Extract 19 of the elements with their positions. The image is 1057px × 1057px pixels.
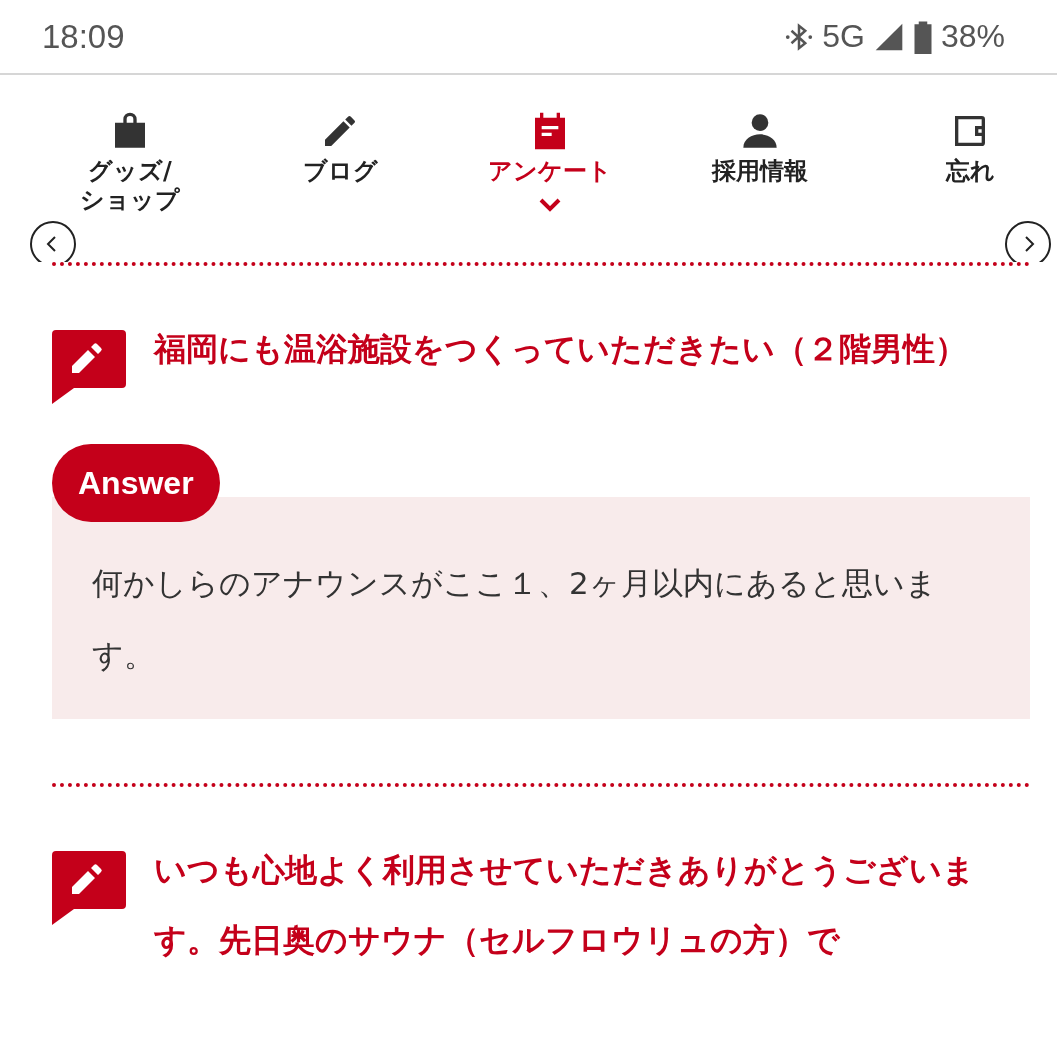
question-text: 福岡にも温浴施設をつくっていただきたい（２階男性） [154, 329, 967, 370]
previous-button[interactable] [30, 221, 76, 262]
clock-time: 18:09 [42, 17, 125, 56]
nav-tab[interactable]: グッズ/ ショップ [25, 111, 235, 215]
question-icon [52, 851, 126, 925]
person-icon [740, 111, 780, 151]
battery-icon [912, 19, 933, 54]
nav-tab[interactable]: 忘れ [865, 111, 1057, 215]
network-label: 5G [822, 18, 865, 55]
battery-percentage: 38% [940, 18, 1005, 55]
nav-tab[interactable]: 採用情報 [655, 111, 865, 215]
nav-tab[interactable]: ブログ [235, 111, 445, 215]
next-button[interactable] [1005, 221, 1051, 262]
caret-icon [538, 197, 562, 212]
question-icon [52, 330, 126, 404]
question-text: いつも心地よく利用させていただきありがとうございます。先日奥のサウナ（セルフロウリュの方）で [154, 850, 976, 961]
answer-text: 何かしらのアナウンスがここ１、2ヶ月以内にあると思います。 [92, 564, 938, 675]
answer-badge: Answer [52, 444, 220, 522]
nav-tab[interactable]: アンケート [445, 111, 655, 215]
